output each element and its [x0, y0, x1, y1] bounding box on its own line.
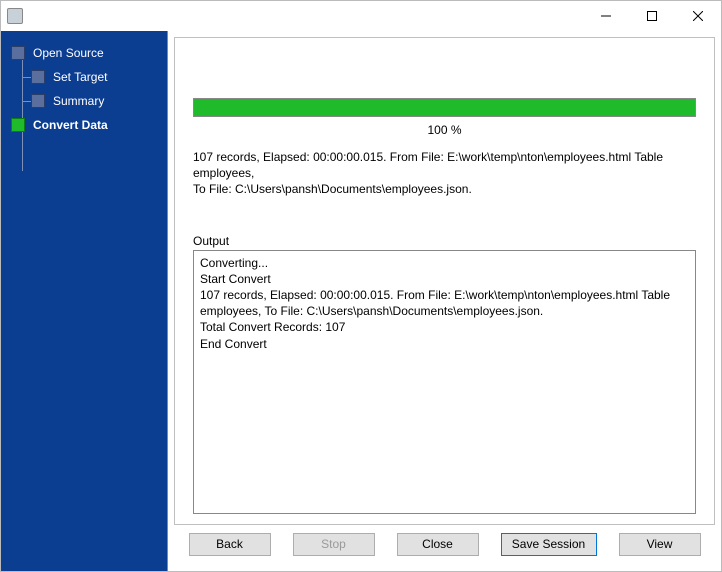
progress-percent: 100 %	[193, 117, 696, 143]
close-button[interactable]: Close	[397, 533, 479, 556]
view-button[interactable]: View	[619, 533, 701, 556]
window-controls	[583, 1, 721, 31]
main-panel: 100 % 107 records, Elapsed: 00:00:00.015…	[167, 31, 721, 571]
minimize-button[interactable]	[583, 1, 629, 31]
output-line: 107 records, Elapsed: 00:00:00.015. From…	[200, 287, 689, 319]
output-line: Start Convert	[200, 271, 689, 287]
sidebar-item-summary[interactable]: Summary	[1, 89, 167, 113]
output-line: Converting...	[200, 255, 689, 271]
sidebar-item-label: Open Source	[33, 46, 104, 60]
step-icon	[11, 46, 25, 60]
sidebar-item-open-source[interactable]: Open Source	[1, 41, 167, 65]
status-line: To File: C:\Users\pansh\Documents\employ…	[193, 181, 696, 197]
status-text: 107 records, Elapsed: 00:00:00.015. From…	[193, 149, 696, 198]
wizard-sidebar: Open Source Set Target Summary Convert D…	[1, 31, 167, 571]
sidebar-item-label: Set Target	[53, 70, 107, 84]
sidebar-item-label: Summary	[53, 94, 104, 108]
app-icon	[7, 8, 23, 24]
back-button[interactable]: Back	[189, 533, 271, 556]
stop-button: Stop	[293, 533, 375, 556]
step-icon	[31, 94, 45, 108]
step-icon	[31, 70, 45, 84]
sidebar-item-label: Convert Data	[33, 118, 108, 132]
button-row: Back Stop Close Save Session View	[168, 525, 721, 571]
save-session-button[interactable]: Save Session	[501, 533, 597, 556]
sidebar-item-convert-data[interactable]: Convert Data	[1, 113, 167, 137]
maximize-button[interactable]	[629, 1, 675, 31]
sidebar-item-set-target[interactable]: Set Target	[1, 65, 167, 89]
progress-bar	[193, 98, 696, 117]
step-icon	[11, 118, 25, 132]
close-window-button[interactable]	[675, 1, 721, 31]
status-line: 107 records, Elapsed: 00:00:00.015. From…	[193, 149, 696, 181]
output-log[interactable]: Converting... Start Convert 107 records,…	[193, 250, 696, 514]
output-line: End Convert	[200, 336, 689, 352]
titlebar	[1, 1, 721, 31]
output-label: Output	[193, 234, 696, 248]
progress-section: 100 %	[193, 98, 696, 143]
output-line: Total Convert Records: 107	[200, 319, 689, 335]
